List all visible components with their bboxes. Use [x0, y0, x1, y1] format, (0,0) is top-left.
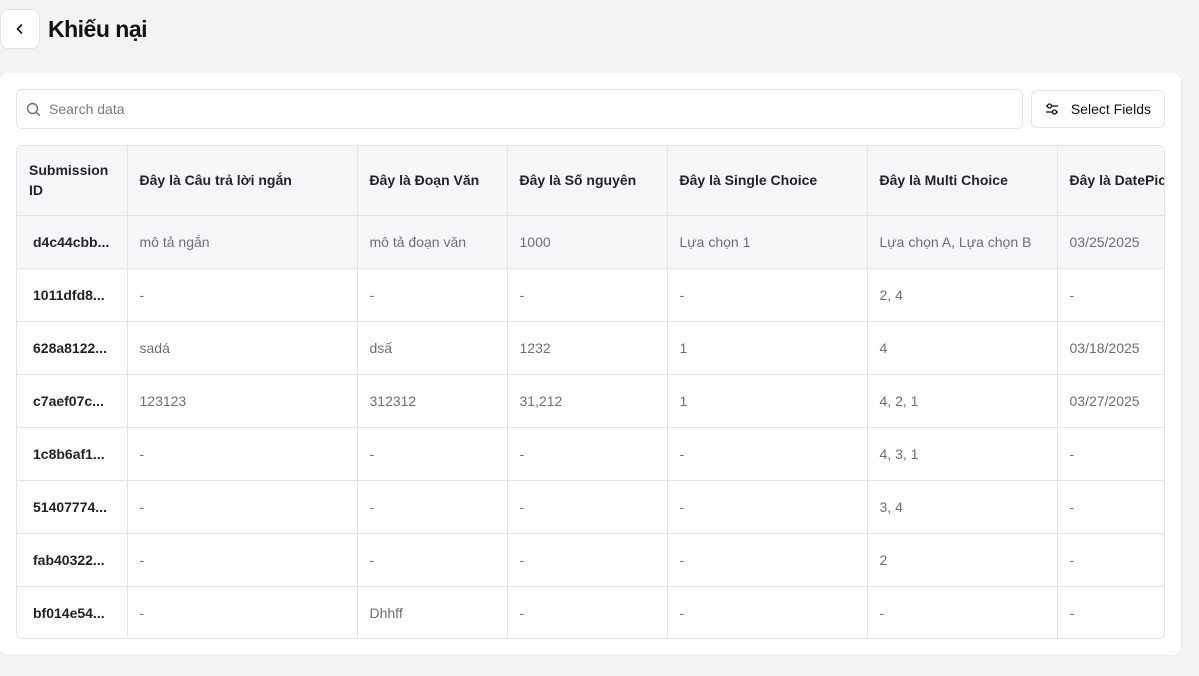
- table-cell: -: [867, 586, 1058, 638]
- table-cell: 1000: [507, 215, 668, 269]
- table-cell: 123123: [127, 374, 358, 428]
- select-fields-button[interactable]: Select Fields: [1030, 90, 1165, 128]
- table-cell: -: [507, 533, 668, 587]
- toolbar: Select Fields: [16, 89, 1165, 129]
- search-box[interactable]: [16, 89, 1023, 129]
- table-cell: -: [357, 268, 508, 322]
- table-row[interactable]: c7aef07c... 123123 312312 31,212 1 4, 2, 1 03/…: [17, 374, 1164, 428]
- table-cell: 1232: [507, 321, 668, 375]
- table-cell: -: [667, 480, 868, 534]
- submission-id-cell: 1011dfd8...: [17, 268, 128, 322]
- table-cell: 1: [667, 321, 868, 375]
- table-row[interactable]: 1c8b6af1... - - - -4, 3, 1-: [17, 427, 1164, 481]
- table-cell: 4, 3, 1: [867, 427, 1058, 481]
- column-header[interactable]: Đây là Single Choice: [667, 146, 868, 216]
- table-cell: 4: [867, 321, 1058, 375]
- back-button[interactable]: [0, 9, 40, 49]
- table-cell: -: [1057, 533, 1164, 587]
- table-row[interactable]: 628a8122... sadá dsấ 1232 1 4 03/18/2025: [17, 321, 1164, 375]
- table-cell: -: [357, 533, 508, 587]
- table-cell: -: [667, 427, 868, 481]
- column-header[interactable]: Đây là Multi Choice: [867, 146, 1058, 216]
- table-cell: -: [127, 586, 358, 638]
- table-cell: -: [127, 427, 358, 481]
- table-cell: -: [1057, 268, 1164, 322]
- table-cell: -: [127, 533, 358, 587]
- submission-id-cell: fab40322...: [17, 533, 128, 587]
- submission-id-cell: 51407774...: [17, 480, 128, 534]
- chevron-left-icon: [16, 24, 23, 34]
- table-cell: 3, 4: [867, 480, 1058, 534]
- column-header[interactable]: Submission ID: [17, 146, 128, 216]
- table-header-row: Submission ID Đây là Câu trả lời ngắn Đâ…: [17, 146, 1164, 216]
- table-row[interactable]: d4c44cbb... mô tả ngắn mô tả đoạn văn 1000 L…: [17, 215, 1164, 269]
- table-cell: -: [507, 268, 668, 322]
- table-cell: 4, 2, 1: [867, 374, 1058, 428]
- table-cell: -: [667, 268, 868, 322]
- table-cell: -: [1057, 480, 1164, 534]
- table-cell: Dhhff: [357, 586, 508, 638]
- search-input[interactable]: [49, 90, 1022, 128]
- table-cell: -: [667, 533, 868, 587]
- table-cell: -: [667, 586, 868, 638]
- table-cell: 2: [867, 533, 1058, 587]
- table-cell: Lựa chọn 1: [667, 215, 868, 269]
- column-header[interactable]: Đây là DatePicker: [1057, 146, 1164, 216]
- table-cell: 1: [667, 374, 868, 428]
- table-cell: -: [357, 480, 508, 534]
- table-row[interactable]: 1011dfd8... - - - -2, 4-: [17, 268, 1164, 322]
- table-row[interactable]: bf014e54... - Dhhff - - - -: [17, 586, 1164, 638]
- data-card: Select Fields Submission ID Đây là Câu t…: [0, 73, 1181, 655]
- column-header[interactable]: Đây là Câu trả lời ngắn: [127, 146, 358, 216]
- table-row[interactable]: 51407774... - - - -3, 4-: [17, 480, 1164, 534]
- table-cell: 03/25/2025: [1057, 215, 1164, 269]
- submission-id-cell: 1c8b6af1...: [17, 427, 128, 481]
- table-cell: -: [1057, 586, 1164, 638]
- select-fields-label: Select Fields: [1070, 101, 1151, 117]
- submission-id-cell: c7aef07c...: [17, 374, 128, 428]
- table-cell: -: [507, 586, 668, 638]
- page-title: Khiếu nại: [48, 15, 148, 42]
- page-header: Khiếu nại: [0, 9, 148, 49]
- table-cell: 312312: [357, 374, 508, 428]
- search-icon: [26, 102, 41, 116]
- submission-id-cell: 628a8122...: [17, 321, 128, 375]
- table-cell: -: [127, 480, 358, 534]
- table-cell: mô tả đoạn văn: [357, 215, 508, 269]
- table-cell: -: [127, 268, 358, 322]
- table-cell: 03/18/2025: [1057, 321, 1164, 375]
- table-cell: -: [507, 480, 668, 534]
- table-cell: 2, 4: [867, 268, 1058, 322]
- table-cell: 03/27/2025: [1057, 374, 1164, 428]
- table-cell: mô tả ngắn: [127, 215, 358, 269]
- submissions-table[interactable]: Submission ID Đây là Câu trả lời ngắn Đâ…: [16, 145, 1165, 639]
- column-header[interactable]: Đây là Số nguyên: [507, 146, 668, 216]
- table-cell: -: [357, 427, 508, 481]
- table-cell: dsấ: [357, 321, 508, 375]
- column-header[interactable]: Đây là Đoạn Văn: [357, 146, 508, 216]
- table-cell: -: [507, 427, 668, 481]
- table-cell: 31,212: [507, 374, 668, 428]
- submission-id-cell: bf014e54...: [17, 586, 128, 638]
- sliders-icon: [1045, 103, 1058, 115]
- submission-id-cell: d4c44cbb...: [17, 215, 128, 269]
- table-cell: Lựa chọn A, Lựa chọn B: [867, 215, 1058, 269]
- table-cell: sadá: [127, 321, 358, 375]
- table-cell: -: [1057, 427, 1164, 481]
- table-row[interactable]: fab40322... - - - -2-: [17, 533, 1164, 587]
